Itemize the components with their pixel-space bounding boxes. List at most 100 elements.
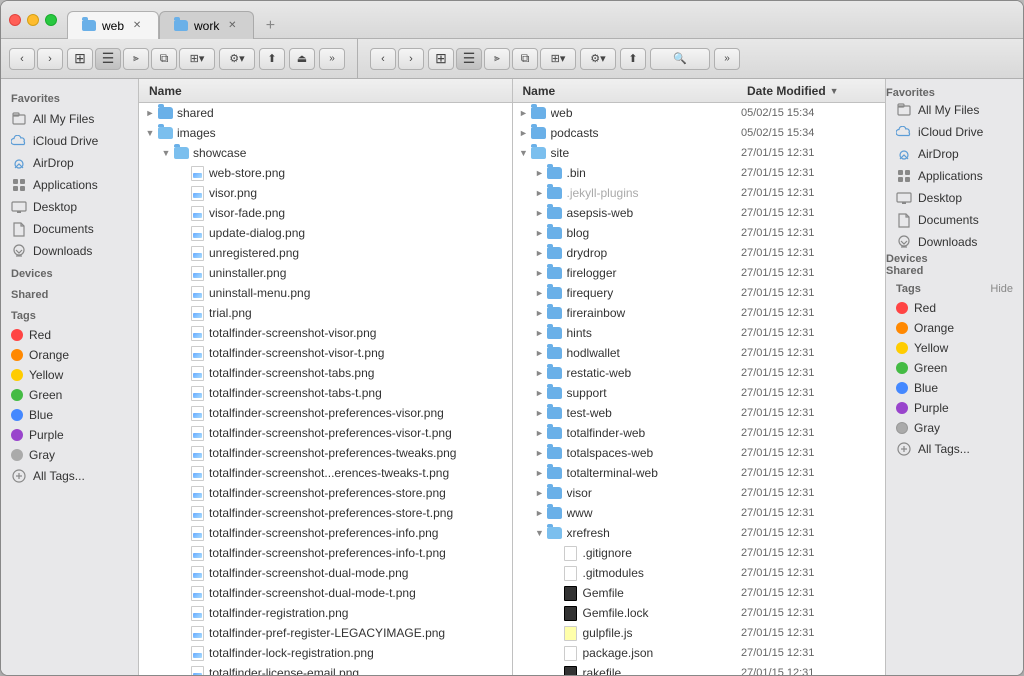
expand-arrow[interactable] bbox=[175, 646, 189, 660]
list-item[interactable]: gulpfile.js27/01/15 12:31 bbox=[513, 623, 886, 643]
list-item[interactable]: totalfinder-screenshot-preferences-info.… bbox=[139, 523, 512, 543]
eject-left[interactable]: ⏏ bbox=[289, 48, 315, 70]
list-item[interactable]: totalfinder-screenshot-preferences-store… bbox=[139, 483, 512, 503]
sidebar-item-all-my-files[interactable]: All My Files bbox=[1, 108, 138, 130]
maximize-button[interactable] bbox=[45, 14, 57, 26]
list-item[interactable]: ►firequery27/01/15 12:31 bbox=[513, 283, 886, 303]
list-item[interactable]: totalfinder-screenshot-dual-mode-t.png bbox=[139, 583, 512, 603]
sidebar-item-airdrop[interactable]: AirDrop bbox=[1, 152, 138, 174]
list-item[interactable]: ►restatic-web27/01/15 12:31 bbox=[513, 363, 886, 383]
list-item[interactable]: ►visor27/01/15 12:31 bbox=[513, 483, 886, 503]
right-sidebar-item-icloud[interactable]: iCloud Drive bbox=[886, 121, 1023, 143]
list-item[interactable]: totalfinder-screenshot-tabs.png bbox=[139, 363, 512, 383]
action-left[interactable]: ⚙▾ bbox=[219, 48, 255, 70]
list-item[interactable]: ►totalspaces-web27/01/15 12:31 bbox=[513, 443, 886, 463]
expand-arrow[interactable] bbox=[549, 606, 563, 620]
minimize-button[interactable] bbox=[27, 14, 39, 26]
list-item[interactable]: totalfinder-pref-register-LEGACYIMAGE.pn… bbox=[139, 623, 512, 643]
expand-arrow[interactable]: ► bbox=[533, 466, 547, 480]
right-sidebar-tag-green[interactable]: Green bbox=[886, 358, 1023, 378]
sidebar-tag-green[interactable]: Green bbox=[1, 385, 138, 405]
expand-arrow[interactable]: ► bbox=[533, 486, 547, 500]
expand-arrow[interactable]: ▼ bbox=[159, 146, 173, 160]
expand-arrow[interactable]: ► bbox=[533, 166, 547, 180]
back-button-right[interactable]: ‹ bbox=[370, 48, 396, 70]
list-item[interactable]: totalfinder-screenshot-visor-t.png bbox=[139, 343, 512, 363]
expand-arrow[interactable] bbox=[175, 406, 189, 420]
expand-arrow[interactable]: ► bbox=[533, 366, 547, 380]
expand-arrow[interactable] bbox=[175, 266, 189, 280]
list-view-right[interactable]: ☰ bbox=[456, 48, 482, 70]
right-sidebar-tag-yellow[interactable]: Yellow bbox=[886, 338, 1023, 358]
expand-arrow[interactable]: ▼ bbox=[533, 526, 547, 540]
expand-arrow[interactable] bbox=[175, 386, 189, 400]
tab-web-close[interactable]: ✕ bbox=[130, 19, 144, 33]
list-item[interactable]: ►web05/02/15 15:34 bbox=[513, 103, 886, 123]
expand-arrow[interactable]: ► bbox=[533, 206, 547, 220]
expand-arrow[interactable] bbox=[175, 586, 189, 600]
list-item[interactable]: totalfinder-license-email.png bbox=[139, 663, 512, 675]
sidebar-tag-orange[interactable]: Orange bbox=[1, 345, 138, 365]
arrange-left[interactable]: ⊞▾ bbox=[179, 48, 215, 70]
action-right[interactable]: ⚙▾ bbox=[580, 48, 616, 70]
tab-web[interactable]: web ✕ bbox=[67, 11, 159, 39]
left-name-header[interactable]: Name bbox=[143, 79, 508, 102]
sidebar-tag-purple[interactable]: Purple bbox=[1, 425, 138, 445]
list-item[interactable]: uninstall-menu.png bbox=[139, 283, 512, 303]
coverflow-view-left[interactable]: ⧉ bbox=[151, 48, 177, 70]
column-view-right[interactable]: ⫸ bbox=[484, 48, 510, 70]
list-item[interactable]: totalfinder-screenshot-preferences-tweak… bbox=[139, 443, 512, 463]
expand-arrow[interactable] bbox=[175, 426, 189, 440]
expand-arrow[interactable] bbox=[175, 306, 189, 320]
list-item[interactable]: ►test-web27/01/15 12:31 bbox=[513, 403, 886, 423]
expand-arrow[interactable] bbox=[175, 506, 189, 520]
close-button[interactable] bbox=[9, 14, 21, 26]
list-item[interactable]: unregistered.png bbox=[139, 243, 512, 263]
expand-arrow[interactable] bbox=[175, 206, 189, 220]
right-sidebar-all-tags[interactable]: All Tags... bbox=[886, 438, 1023, 460]
right-sidebar-tag-purple[interactable]: Purple bbox=[886, 398, 1023, 418]
expand-arrow[interactable] bbox=[175, 486, 189, 500]
list-item[interactable]: package.json27/01/15 12:31 bbox=[513, 643, 886, 663]
list-item[interactable]: trial.png bbox=[139, 303, 512, 323]
share-right[interactable]: ⬆ bbox=[620, 48, 646, 70]
list-item[interactable]: ▼xrefresh27/01/15 12:31 bbox=[513, 523, 886, 543]
right-sidebar-item-airdrop[interactable]: AirDrop bbox=[886, 143, 1023, 165]
list-item[interactable]: ►support27/01/15 12:31 bbox=[513, 383, 886, 403]
sidebar-tag-gray[interactable]: Gray bbox=[1, 445, 138, 465]
share-left[interactable]: ⬆ bbox=[259, 48, 285, 70]
expand-arrow[interactable] bbox=[175, 666, 189, 675]
list-item[interactable]: uninstaller.png bbox=[139, 263, 512, 283]
tab-work[interactable]: work ✕ bbox=[159, 11, 254, 39]
list-item[interactable]: ►totalfinder-web27/01/15 12:31 bbox=[513, 423, 886, 443]
expand-arrow[interactable] bbox=[175, 226, 189, 240]
list-item[interactable]: ▼showcase bbox=[139, 143, 512, 163]
expand-arrow[interactable]: ► bbox=[533, 186, 547, 200]
list-item[interactable]: .gitmodules27/01/15 12:31 bbox=[513, 563, 886, 583]
list-item[interactable]: totalfinder-screenshot...erences-tweaks-… bbox=[139, 463, 512, 483]
list-item[interactable]: web-store.png bbox=[139, 163, 512, 183]
icon-view-left[interactable]: ⊞ bbox=[67, 48, 93, 70]
expand-arrow[interactable] bbox=[175, 166, 189, 180]
expand-arrow[interactable]: ► bbox=[533, 286, 547, 300]
list-item[interactable]: rakefile27/01/15 12:31 bbox=[513, 663, 886, 675]
expand-arrow[interactable]: ► bbox=[517, 106, 531, 120]
list-item[interactable]: ►firerainbow27/01/15 12:31 bbox=[513, 303, 886, 323]
expand-arrow[interactable] bbox=[549, 666, 563, 675]
expand-arrow[interactable] bbox=[549, 546, 563, 560]
column-view-left[interactable]: ⫸ bbox=[123, 48, 149, 70]
list-item[interactable]: totalfinder-screenshot-preferences-store… bbox=[139, 503, 512, 523]
list-item[interactable]: ►.jekyll-plugins27/01/15 12:31 bbox=[513, 183, 886, 203]
back-button-left[interactable]: ‹ bbox=[9, 48, 35, 70]
forward-button-right[interactable]: › bbox=[398, 48, 424, 70]
list-item[interactable]: Gemfile27/01/15 12:31 bbox=[513, 583, 886, 603]
right-file-list[interactable]: ►web05/02/15 15:34►podcasts05/02/15 15:3… bbox=[513, 103, 886, 675]
list-item[interactable]: ▼images bbox=[139, 123, 512, 143]
list-item[interactable]: ►hodlwallet27/01/15 12:31 bbox=[513, 343, 886, 363]
list-item[interactable]: totalfinder-screenshot-tabs-t.png bbox=[139, 383, 512, 403]
new-tab-button[interactable]: + bbox=[258, 14, 282, 38]
expand-arrow[interactable] bbox=[175, 246, 189, 260]
search-right[interactable]: 🔍 bbox=[650, 48, 710, 70]
expand-arrow[interactable] bbox=[175, 366, 189, 380]
sidebar-item-documents[interactable]: Documents bbox=[1, 218, 138, 240]
